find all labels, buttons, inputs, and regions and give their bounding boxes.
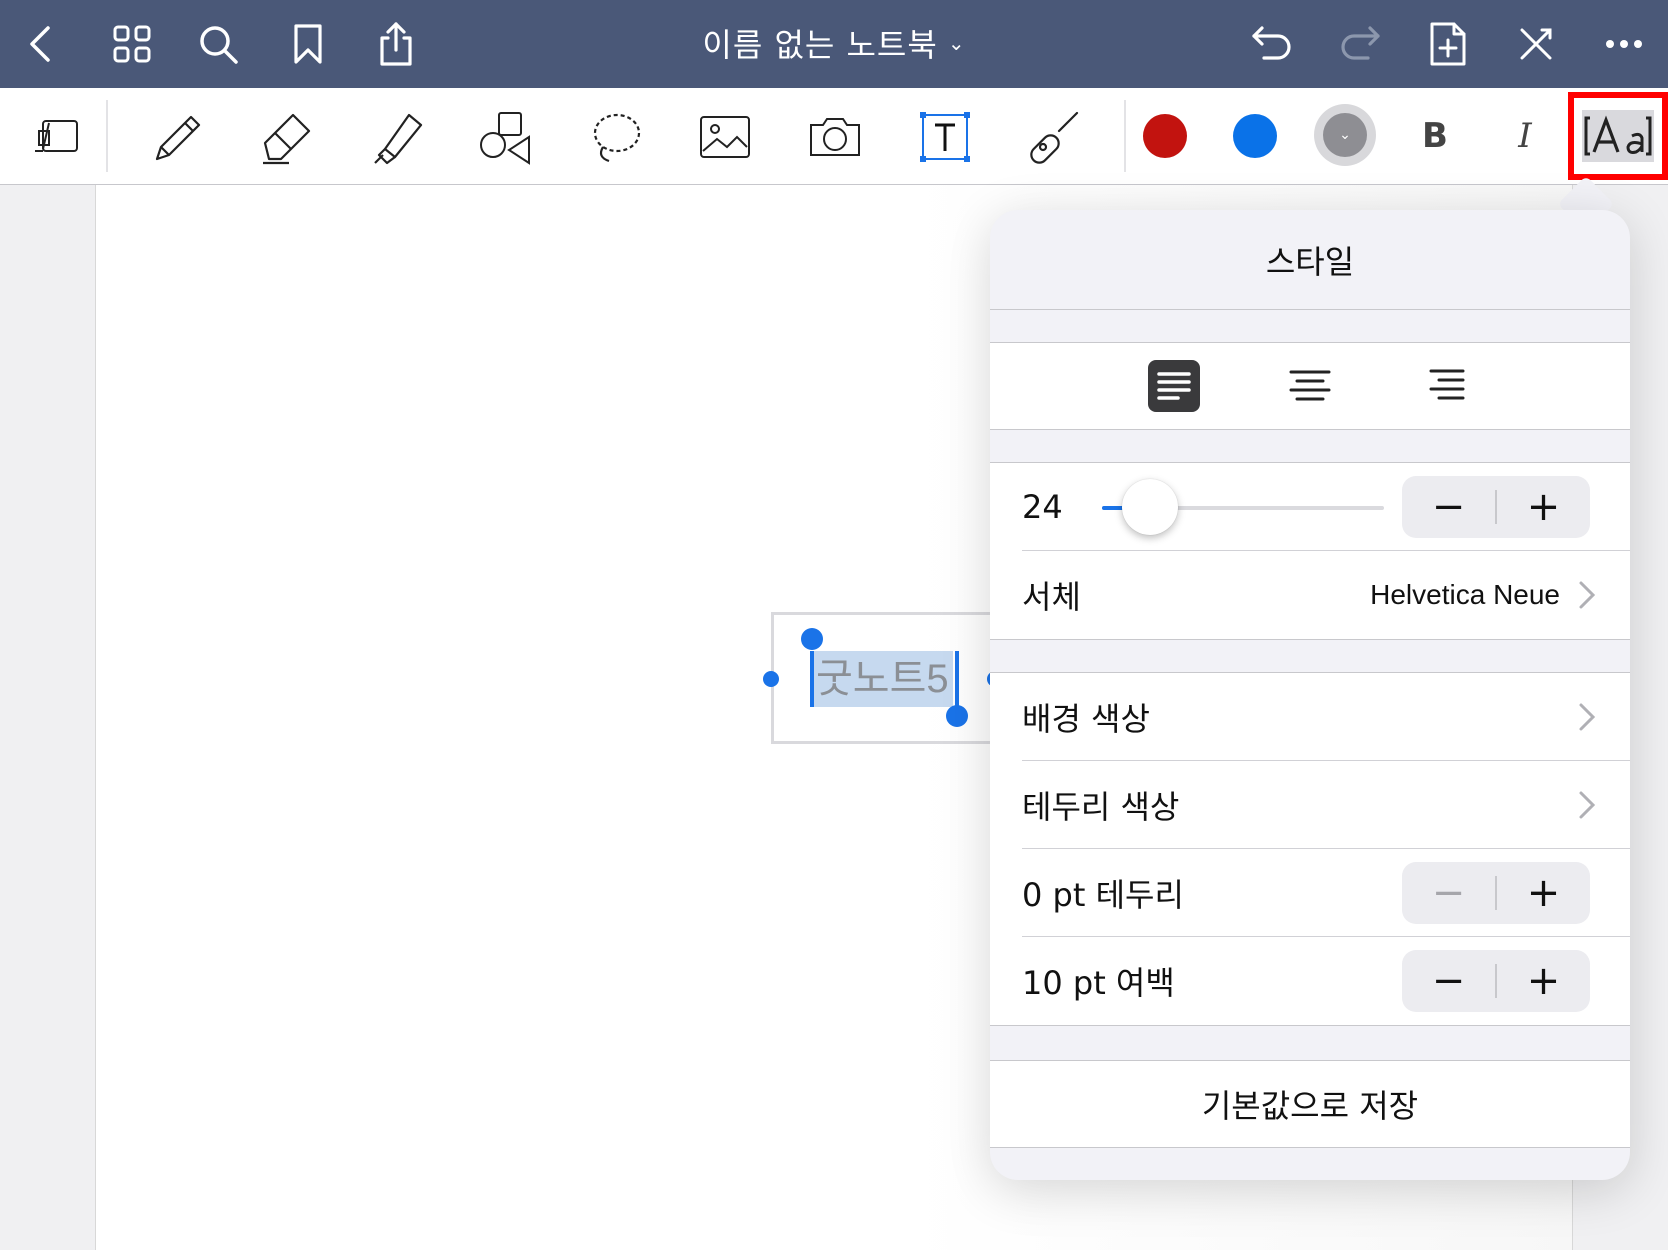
align-center-icon	[1284, 360, 1336, 412]
italic-button[interactable]: I	[1495, 106, 1555, 166]
share-icon[interactable]	[368, 16, 424, 72]
bold-button[interactable]: B	[1405, 106, 1465, 166]
padding-label: 10 pt 여백	[1022, 964, 1175, 1002]
pen-icon[interactable]	[142, 102, 212, 172]
redo-icon[interactable]	[1332, 16, 1388, 72]
border-color-row[interactable]: 테두리 색상	[990, 761, 1630, 849]
color-swatch-red[interactable]	[1143, 114, 1187, 158]
font-size-row: 24 − +	[990, 463, 1630, 551]
border-width-increase-button[interactable]: +	[1497, 862, 1590, 924]
font-size-slider[interactable]	[1102, 479, 1384, 535]
padding-row: 10 pt 여백 − +	[990, 937, 1630, 1025]
box-style-section: 배경 색상 테두리 색상 0 pt 테두리 − + 10 pt 여백 − +	[990, 672, 1630, 1026]
selection-start-caret[interactable]	[810, 651, 814, 707]
selection-end-handle[interactable]	[946, 705, 968, 727]
selection-start-handle[interactable]	[801, 628, 823, 650]
font-size-increase-button[interactable]: +	[1497, 476, 1590, 538]
font-label: 서체	[1022, 578, 1081, 616]
chevron-down-icon: ⌄	[947, 31, 966, 55]
background-color-row[interactable]: 배경 색상	[990, 673, 1630, 761]
text-tool-icon[interactable]	[910, 102, 980, 172]
padding-increase-button[interactable]: +	[1497, 950, 1590, 1012]
align-left-icon	[1148, 360, 1200, 412]
font-size-decrease-button[interactable]: −	[1402, 476, 1495, 538]
border-width-row: 0 pt 테두리 − +	[990, 849, 1630, 937]
image-icon[interactable]	[690, 102, 760, 172]
text-box[interactable]: 굿노트5	[763, 612, 1003, 744]
add-page-icon[interactable]	[1420, 16, 1476, 72]
align-right-icon	[1420, 360, 1472, 412]
font-size-value: 24	[1022, 488, 1063, 526]
align-center-button[interactable]	[1242, 343, 1378, 429]
font-value: Helvetica Neue	[1370, 579, 1560, 610]
background-color-label: 배경 색상	[1022, 700, 1150, 738]
text-box-content[interactable]: 굿노트5	[812, 651, 953, 707]
top-nav-bar: 이름 없는 노트북 ⌄	[0, 0, 1668, 88]
notebook-title: 이름 없는 노트북	[702, 26, 938, 64]
padding-decrease-button[interactable]: −	[1402, 950, 1495, 1012]
chevron-right-icon	[1579, 581, 1596, 609]
back-icon[interactable]	[14, 16, 70, 72]
chevron-right-icon	[1579, 703, 1596, 731]
border-color-label: 테두리 색상	[1022, 788, 1180, 826]
border-width-label: 0 pt 테두리	[1022, 876, 1184, 914]
align-left-button[interactable]	[1106, 343, 1242, 429]
selection-end-caret[interactable]	[955, 651, 959, 707]
more-icon[interactable]	[1596, 16, 1652, 72]
color-swatch-gray[interactable]: ⌄	[1314, 104, 1376, 166]
font-row[interactable]: 서체 Helvetica Neue	[990, 551, 1630, 639]
alignment-section	[990, 342, 1630, 430]
popover-title: 스타일	[990, 210, 1630, 310]
search-icon[interactable]	[190, 16, 246, 72]
close-tools-icon[interactable]	[1508, 16, 1564, 72]
page-layout-icon[interactable]	[22, 102, 92, 172]
eraser-icon[interactable]	[252, 102, 322, 172]
undo-icon[interactable]	[1244, 16, 1300, 72]
slider-thumb[interactable]	[1121, 479, 1178, 535]
padding-stepper: − +	[1402, 950, 1590, 1012]
align-right-button[interactable]	[1378, 343, 1514, 429]
bookmark-icon[interactable]	[280, 16, 336, 72]
laser-pointer-icon[interactable]	[1018, 102, 1088, 172]
chevron-down-icon: ⌄	[1323, 113, 1367, 157]
text-style-icon	[1582, 110, 1654, 162]
save-as-default-button[interactable]: 기본값으로 저장	[990, 1061, 1630, 1147]
toolbar-divider	[1124, 100, 1126, 172]
highlighter-icon[interactable]	[362, 102, 432, 172]
camera-icon[interactable]	[800, 102, 870, 172]
tool-bar: ⌄ B I	[0, 88, 1668, 185]
lasso-icon[interactable]	[580, 102, 650, 172]
style-popover: 스타일 24 − + 서체 Helvetica Neue 배경 색상 테두리 색…	[990, 210, 1630, 1180]
border-width-decrease-button[interactable]: −	[1402, 862, 1495, 924]
grid-icon[interactable]	[104, 16, 160, 72]
border-width-stepper: − +	[1402, 862, 1590, 924]
save-default-section: 기본값으로 저장	[990, 1060, 1630, 1148]
toolbar-divider	[106, 100, 108, 172]
shapes-icon[interactable]	[470, 102, 540, 172]
text-style-button[interactable]	[1568, 92, 1668, 180]
font-size-stepper: − +	[1402, 476, 1590, 538]
chevron-right-icon	[1579, 791, 1596, 819]
notebook-title-button[interactable]: 이름 없는 노트북 ⌄	[702, 20, 965, 66]
color-swatch-blue[interactable]	[1233, 114, 1277, 158]
size-font-section: 24 − + 서체 Helvetica Neue	[990, 462, 1630, 640]
resize-handle-left[interactable]	[763, 671, 779, 687]
